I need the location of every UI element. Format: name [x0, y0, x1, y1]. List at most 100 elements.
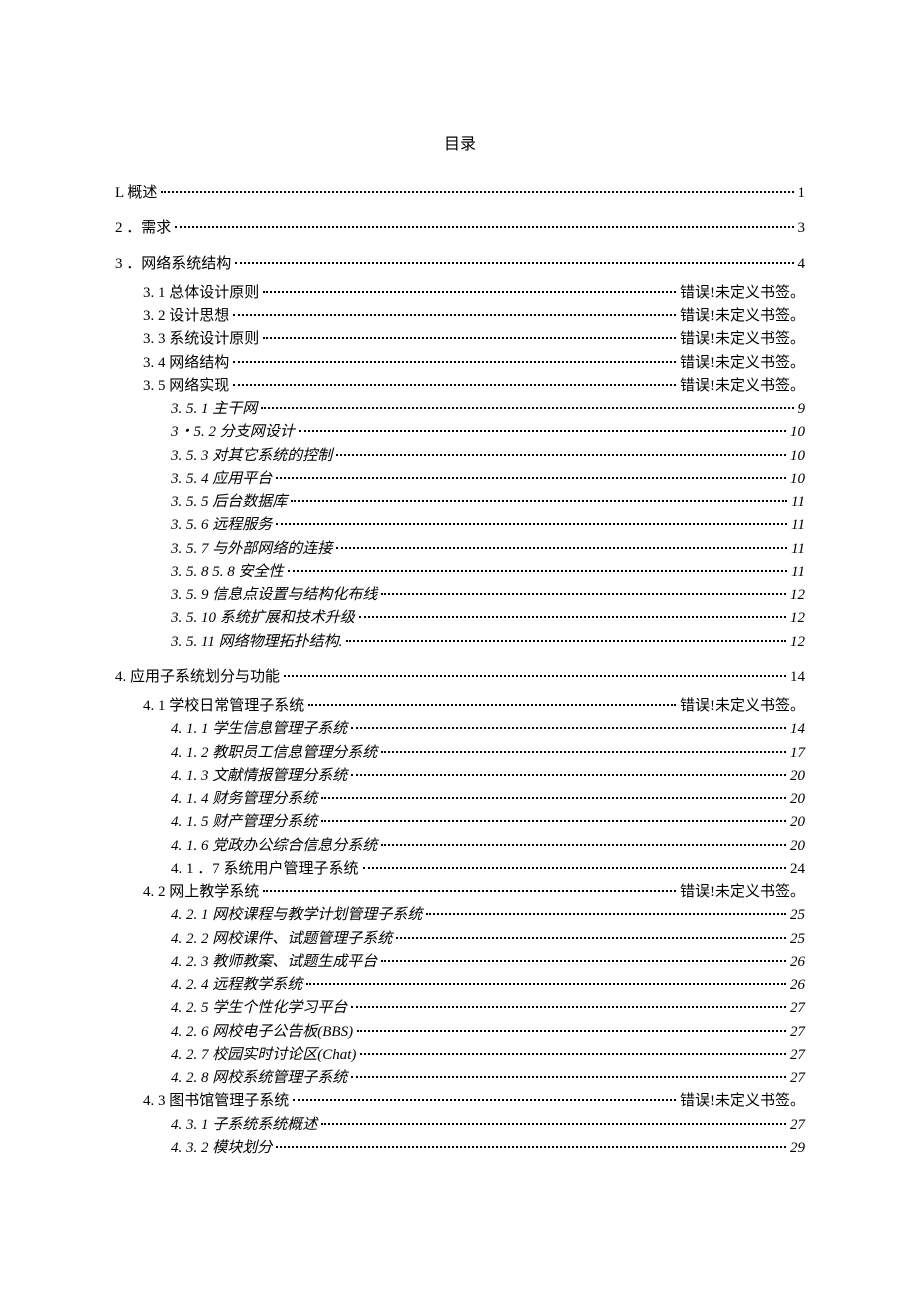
toc-leader-dots: [381, 751, 786, 753]
toc-entry-page: 12: [790, 584, 805, 607]
toc-entry-label: 4. 2. 8 网校系统管理子系统: [171, 1067, 347, 1090]
toc-leader-dots: [288, 570, 788, 572]
toc-leader-dots: [381, 593, 786, 595]
toc-entry: L 概述1: [115, 182, 805, 205]
toc-entry-page: 错误!未定义书签。: [680, 881, 805, 904]
toc-leader-dots: [233, 384, 676, 386]
toc-leader-dots: [263, 291, 676, 293]
toc-entry-label: 3. 5 网络实现: [143, 375, 229, 398]
toc-entry: 4. 3 图书馆管理子系统错误!未定义书签。: [143, 1090, 805, 1113]
toc-entry: 4. 1. 4 财务管理分系统20: [171, 788, 805, 811]
toc-entry: 3. 5. 5 后台数据库11: [171, 491, 805, 514]
toc-leader-dots: [161, 191, 793, 193]
toc-leader-dots: [357, 1030, 786, 1032]
toc-leader-dots: [291, 500, 787, 502]
toc-entry-page: 27: [790, 1114, 805, 1137]
toc-entry-label: 3. 5. 11 网络物理拓扑结构.: [171, 631, 342, 654]
toc-leader-dots: [261, 407, 793, 409]
toc-entry-page: 错误!未定义书签。: [680, 282, 805, 305]
toc-entry-page: 10: [790, 445, 805, 468]
toc-leader-dots: [308, 704, 676, 706]
toc-leader-dots: [346, 640, 786, 642]
toc-leader-dots: [276, 523, 787, 525]
toc-entry-label: 3. 5. 6 远程服务: [171, 514, 272, 537]
toc-entry: 4. 2. 5 学生个性化学习平台 27: [171, 997, 805, 1020]
toc-entry: 4. 2. 7 校园实时讨论区(Chat)27: [171, 1044, 805, 1067]
toc-entry: 3. 5. 7 与外部网络的连接 11: [171, 538, 805, 561]
toc-entry-page: 11: [791, 491, 805, 514]
toc-entry-page: 11: [791, 514, 805, 537]
toc-entry-page: 14: [790, 718, 805, 741]
toc-entry-label: 3. 5. 3 对其它系统的控制: [171, 445, 332, 468]
toc-entry-label: 3. 5. 10 系统扩展和技术升级: [171, 607, 355, 630]
toc-entry-page: 错误!未定义书签。: [680, 375, 805, 398]
toc-leader-dots: [299, 430, 786, 432]
toc-entry-label: 3. 5. 9 信息点设置与结构化布线: [171, 584, 377, 607]
toc-entry: 4. 1. 3 文献情报管理分系统 20: [171, 765, 805, 788]
toc-leader-dots: [175, 226, 793, 228]
toc-entry: 2 ．需求3: [115, 217, 805, 240]
toc-leader-dots: [233, 361, 676, 363]
toc-entry: 3. 5. 3 对其它系统的控制 10: [171, 445, 805, 468]
toc-entry-page: 20: [790, 765, 805, 788]
toc-entry-label: L 概述: [115, 182, 157, 205]
toc-entry: 4. 1 学校日常管理子系统错误!未定义书签。: [143, 695, 805, 718]
toc-entry: 3. 1 总体设计原则错误!未定义书签。: [143, 282, 805, 305]
document-page: 目录 L 概述12 ．需求33 ．网络系统结构43. 1 总体设计原则错误!未定…: [0, 0, 920, 1301]
toc-entry-page: 27: [790, 1067, 805, 1090]
toc-entry-label: 4. 2 网上教学系统: [143, 881, 259, 904]
toc-entry: 3. 5 网络实现 错误!未定义书签。: [143, 375, 805, 398]
toc-entry: 3. 5. 8 5. 8 安全性11: [171, 561, 805, 584]
toc-leader-dots: [351, 1076, 786, 1078]
toc-entry-page: 3: [798, 217, 806, 240]
toc-entry: 4. 2. 2 网校课件、试题管理子系统25: [171, 928, 805, 951]
toc-entry: 4. 1. 1 学生信息管理子系统14: [171, 718, 805, 741]
toc-entry-page: 17: [790, 742, 805, 765]
toc-entry: 4. 2. 3 教师教案、试题生成平台26: [171, 951, 805, 974]
toc-entry-label: 4. 1 ．7 系统用户管理子系统: [171, 858, 359, 881]
toc-entry-label: 4. 2. 7 校园实时讨论区(Chat): [171, 1044, 356, 1067]
toc-entry: 3. 5. 9 信息点设置与结构化布线 12: [171, 584, 805, 607]
toc-entry: 4. 2. 4 远程教学系统26: [171, 974, 805, 997]
toc-entry: 4. 1 ．7 系统用户管理子系统24: [171, 858, 805, 881]
toc-entry-page: 错误!未定义书签。: [680, 328, 805, 351]
toc-entry: 3. 5. 1 主干网9: [171, 398, 805, 421]
toc-entry-label: 4. 1. 4 财务管理分系统: [171, 788, 317, 811]
toc-entry-label: 3・5. 2 分支网设计: [171, 421, 295, 444]
toc-entry-label: 3. 3 系统设计原则: [143, 328, 259, 351]
toc-entry-page: 11: [791, 538, 805, 561]
toc-entry-label: 3. 5. 7 与外部网络的连接: [171, 538, 332, 561]
toc-leader-dots: [276, 477, 786, 479]
toc-entry-label: 3. 2 设计思想: [143, 305, 229, 328]
toc-entry-page: 9: [798, 398, 806, 421]
toc-title: 目录: [115, 130, 805, 154]
toc-entry: 4. 3. 2 模块划分29: [171, 1137, 805, 1160]
toc-entry-page: 29: [790, 1137, 805, 1160]
toc-entry-label: 4. 1 学校日常管理子系统: [143, 695, 304, 718]
toc-entry-label: 3 ．网络系统结构: [115, 253, 231, 276]
toc-entry-page: 10: [790, 421, 805, 444]
toc-entry-label: 4. 应用子系统划分与功能: [115, 666, 280, 689]
toc-entry-page: 25: [790, 928, 805, 951]
toc-entry: 3. 5. 4 应用平台10: [171, 468, 805, 491]
toc-entry: 4. 2. 6 网校电子公告板(BBS)27: [171, 1021, 805, 1044]
toc-entry-label: 4. 2. 1 网校课程与教学计划管理子系统: [171, 904, 422, 927]
toc-entry-label: 4. 3 图书馆管理子系统: [143, 1090, 289, 1113]
toc-entry-label: 4. 2. 4 远程教学系统: [171, 974, 302, 997]
toc-entry: 4. 3. 1 子系统系统概述27: [171, 1114, 805, 1137]
toc-entry-label: 4. 2. 5 学生个性化学习平台: [171, 997, 347, 1020]
toc-leader-dots: [306, 983, 786, 985]
toc-entry-label: 3. 4 网络结构: [143, 352, 229, 375]
toc-entry: 4. 2. 8 网校系统管理子系统 27: [171, 1067, 805, 1090]
toc-entry-page: 27: [790, 1021, 805, 1044]
toc-entry-label: 4. 1. 3 文献情报管理分系统: [171, 765, 347, 788]
toc-leader-dots: [293, 1099, 676, 1101]
toc-entry-label: 4. 2. 3 教师教案、试题生成平台: [171, 951, 377, 974]
toc-entry-page: 27: [790, 997, 805, 1020]
toc-entry-page: 20: [790, 811, 805, 834]
toc-leader-dots: [263, 890, 676, 892]
toc-entry: 3. 2 设计思想错误!未定义书签。: [143, 305, 805, 328]
toc-leader-dots: [363, 867, 786, 869]
toc-leader-dots: [233, 314, 676, 316]
toc-leader-dots: [351, 774, 786, 776]
